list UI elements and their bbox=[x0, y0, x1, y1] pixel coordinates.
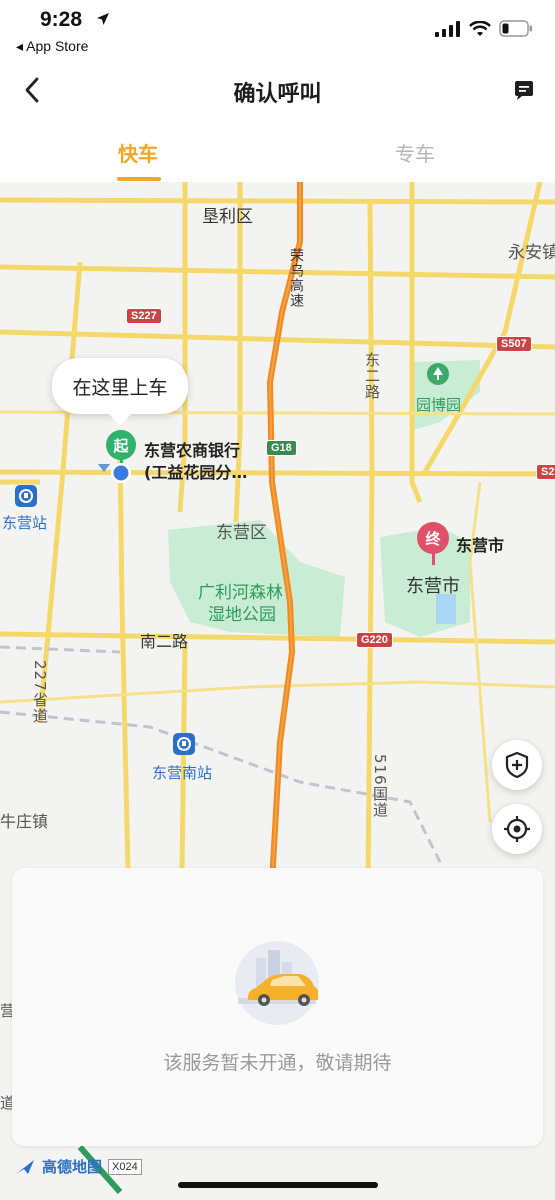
service-unavailable-message: 该服务暂未开通，敬请期待 bbox=[163, 1052, 392, 1074]
pickup-bubble[interactable]: 在这里上车 bbox=[52, 358, 188, 414]
map-label-rongwu-expressway: 荣乌高速 bbox=[288, 248, 304, 308]
locate-me-button[interactable] bbox=[492, 804, 542, 854]
start-pin[interactable]: 起 bbox=[106, 430, 136, 460]
map-label-niuzhuang: 牛庄镇 bbox=[0, 812, 49, 831]
tab-premium[interactable]: 专车 bbox=[345, 138, 485, 167]
battery-icon bbox=[499, 20, 532, 37]
amap-logo-icon bbox=[16, 1159, 34, 1174]
map-label-dongying-city: 东营市 bbox=[406, 576, 460, 597]
map-label-yuanboyuan: 园博园 bbox=[416, 396, 462, 414]
road-shield-g220: G220 bbox=[356, 632, 393, 648]
road-shield-s507: S507 bbox=[496, 336, 532, 352]
service-unavailable-panel: 该服务暂未开通，敬请期待 bbox=[12, 868, 543, 1146]
map-label-forest-park-line2: 湿地公园 bbox=[208, 605, 276, 625]
message-button[interactable] bbox=[507, 74, 541, 108]
page-title: 确认呼叫 bbox=[233, 82, 322, 107]
taxi-car-illustration-icon bbox=[235, 941, 319, 1025]
tab-express[interactable]: 快车 bbox=[68, 138, 208, 167]
active-tab-indicator bbox=[117, 177, 161, 181]
start-location-line1: 东营农商银行 bbox=[144, 441, 241, 460]
map-label-dong-er-lu: 东二路 bbox=[363, 352, 381, 400]
map-label-yongan: 永安镇 bbox=[508, 243, 555, 263]
shield-plus-icon bbox=[505, 751, 529, 779]
start-location-line2: (工益花园分… bbox=[144, 463, 248, 482]
back-to-app-store-link[interactable]: ◂ App Store bbox=[16, 38, 88, 55]
road-shield-s2: S2 bbox=[536, 464, 555, 480]
map-label-dongying-station: 东营站 bbox=[2, 514, 48, 532]
current-location-dot-icon bbox=[98, 463, 131, 483]
train-station-icon bbox=[15, 485, 37, 507]
end-location-label: 东营市 bbox=[456, 536, 505, 555]
cellular-signal-icon bbox=[435, 20, 460, 37]
map-label-nan-er-lu: 南二路 bbox=[140, 632, 189, 651]
system-icons bbox=[435, 20, 533, 37]
end-pin-stem bbox=[432, 553, 435, 565]
train-station-south-icon bbox=[173, 733, 195, 755]
wifi-icon bbox=[469, 20, 491, 36]
road-shield-g18: G18 bbox=[266, 440, 297, 456]
map-brand-name: 高德地图 bbox=[42, 1158, 103, 1176]
home-indicator[interactable] bbox=[178, 1182, 378, 1188]
nav-bar: 确认呼叫 bbox=[0, 60, 555, 122]
status-time: 9:28 bbox=[40, 8, 83, 31]
status-bar: 9:28 ◂ App Store bbox=[0, 0, 555, 60]
map-label-national-road-516: 516国道 bbox=[371, 754, 389, 818]
crosshair-locate-icon bbox=[504, 816, 530, 842]
service-tabs: 快车 专车 bbox=[0, 122, 555, 182]
end-pin[interactable]: 终 bbox=[417, 522, 449, 554]
park-tree-icon bbox=[427, 363, 449, 385]
road-shield-s227: S227 bbox=[126, 308, 162, 324]
start-location-label: 东营农商银行 (工益花园分… bbox=[144, 440, 247, 484]
location-arrow-icon bbox=[97, 13, 109, 25]
safety-shield-button[interactable] bbox=[492, 740, 542, 790]
map-road-code: X024 bbox=[108, 1158, 142, 1175]
map-brand: 高德地图 X024 bbox=[14, 1156, 142, 1177]
pond-area bbox=[436, 594, 456, 624]
chat-bubble-icon bbox=[515, 81, 533, 100]
map-label-dongying-district: 东营区 bbox=[216, 523, 267, 543]
map-label-kenli: 垦利区 bbox=[202, 207, 253, 227]
map-label-dongying-south-station: 东营南站 bbox=[152, 764, 213, 782]
map-label-provincial-road-227: 227省道 bbox=[31, 660, 49, 724]
